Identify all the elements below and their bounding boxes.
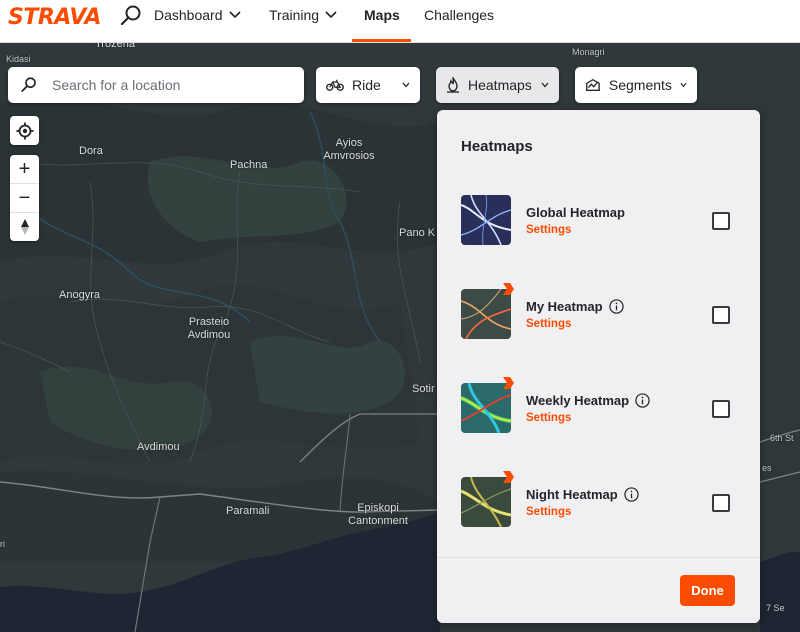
zoom-controls: + − <box>10 155 39 241</box>
zoom-out-button[interactable]: − <box>10 184 39 213</box>
map-label-trozena: Trozena <box>95 42 135 50</box>
heatmap-name: Global Heatmap <box>526 205 625 220</box>
premium-badge-icon <box>503 471 514 483</box>
heatmap-checkbox-night[interactable] <box>712 494 730 512</box>
locate-me-button[interactable] <box>10 116 39 145</box>
compass-north-icon <box>20 219 29 235</box>
heatmap-checkbox-global[interactable] <box>712 212 730 230</box>
premium-badge-icon <box>503 377 514 389</box>
my-heatmap-thumbnail <box>461 289 511 339</box>
nav-challenges[interactable]: Challenges <box>424 7 494 23</box>
heatmap-option-global[interactable]: Global Heatmap Settings <box>461 195 741 247</box>
search-icon <box>21 77 36 92</box>
heatmap-option-my[interactable]: My Heatmap Settings <box>461 283 741 341</box>
map-label-kidasi: Kidasi <box>6 54 31 64</box>
map-label-ri: ri <box>0 539 5 549</box>
chevron-down-icon <box>325 11 337 19</box>
chevron-down-icon <box>541 82 549 88</box>
heatmap-settings-link[interactable]: Settings <box>526 506 571 518</box>
heatmap-name-text: Global Heatmap <box>526 205 625 220</box>
sport-filter-dropdown[interactable]: Ride <box>316 67 420 103</box>
heatmap-option-weekly[interactable]: Weekly Heatmap Settings <box>461 377 741 435</box>
heatmap-settings-link[interactable]: Settings <box>526 318 571 330</box>
map-label-monagri: Monagri <box>572 47 605 57</box>
chevron-down-icon <box>680 82 687 88</box>
segments-icon <box>585 78 601 91</box>
chevron-down-icon <box>228 11 241 19</box>
map-label-paramali: Paramali <box>226 505 270 517</box>
global-heatmap-thumbnail <box>461 195 511 245</box>
location-search-input[interactable] <box>50 76 294 94</box>
search-icon[interactable] <box>119 4 143 28</box>
sport-filter-label: Ride <box>352 77 381 93</box>
nav-training-label: Training <box>269 7 320 23</box>
map-label-anogyra: Anogyra <box>59 289 100 301</box>
compass-button[interactable] <box>10 213 39 241</box>
heatmaps-dropdown[interactable]: Heatmaps <box>436 67 559 103</box>
nav-dashboard-label: Dashboard <box>154 7 223 23</box>
map-label-episkopi-cantonment: Episkopi Cantonment <box>348 502 408 527</box>
info-icon[interactable] <box>608 299 624 314</box>
nav-maps-label: Maps <box>364 7 400 23</box>
map-label-pano-k: Pano K <box>399 227 436 239</box>
info-icon[interactable] <box>624 487 639 502</box>
top-navigation: STRAVA Dashboard Training Maps Challenge… <box>0 0 800 43</box>
strava-logo[interactable]: STRAVA <box>8 5 101 30</box>
heatmaps-panel: Heatmaps Global Heatmap Settings My Heat… <box>437 110 760 623</box>
heatmap-name: My Heatmap <box>526 299 624 314</box>
map-label-7-se: 7 Se <box>766 603 785 613</box>
heatmap-name-text: Night Heatmap <box>526 487 618 502</box>
heatmap-settings-link[interactable]: Settings <box>526 224 571 236</box>
heatmap-checkbox-my[interactable] <box>712 306 730 324</box>
heatmap-option-night[interactable]: Night Heatmap Settings <box>461 471 741 529</box>
heatmaps-panel-footer: Done <box>437 557 760 623</box>
nav-challenges-label: Challenges <box>424 7 495 23</box>
map-label-dora: Dora <box>79 145 103 157</box>
weekly-heatmap-thumbnail <box>461 383 511 433</box>
heatmap-name-text: Weekly Heatmap <box>526 393 630 408</box>
location-search[interactable] <box>8 67 304 103</box>
map-label-ayios-amvrosios: Ayios Amvrosios <box>323 137 375 162</box>
heatmap-name: Weekly Heatmap <box>526 393 650 408</box>
nav-training[interactable]: Training <box>269 7 337 23</box>
map-label-es: es <box>762 463 772 473</box>
heatmaps-panel-title: Heatmaps <box>461 138 533 155</box>
nav-dashboard[interactable]: Dashboard <box>154 7 241 23</box>
heatmap-checkbox-weekly[interactable] <box>712 400 730 418</box>
premium-badge-icon <box>503 283 514 295</box>
heatmap-name: Night Heatmap <box>526 487 639 502</box>
map-label-avdimou: Avdimou <box>137 441 180 453</box>
heatmap-settings-link[interactable]: Settings <box>526 412 571 424</box>
segments-dropdown[interactable]: Segments <box>575 67 697 103</box>
chevron-down-icon <box>402 82 410 88</box>
zoom-in-button[interactable]: + <box>10 155 39 184</box>
bike-icon <box>326 79 344 91</box>
heatmap-name-text: My Heatmap <box>526 299 603 314</box>
map-label-prasteio-avdimou: Prasteio Avdimou <box>187 316 231 341</box>
map-label-pachna: Pachna <box>230 159 268 171</box>
active-tab-indicator <box>352 39 411 42</box>
heatmaps-filter-label: Heatmaps <box>468 77 532 93</box>
info-icon[interactable] <box>635 393 650 408</box>
done-button[interactable]: Done <box>680 575 735 606</box>
map-label-6th-st: 6th St <box>770 433 794 443</box>
map-label-sotira: Sotir <box>412 383 435 395</box>
nav-maps[interactable]: Maps <box>364 7 400 23</box>
heatmap-flame-icon <box>447 77 459 93</box>
segments-filter-label: Segments <box>608 77 672 93</box>
night-heatmap-thumbnail <box>461 477 511 527</box>
crosshair-icon <box>16 122 33 139</box>
